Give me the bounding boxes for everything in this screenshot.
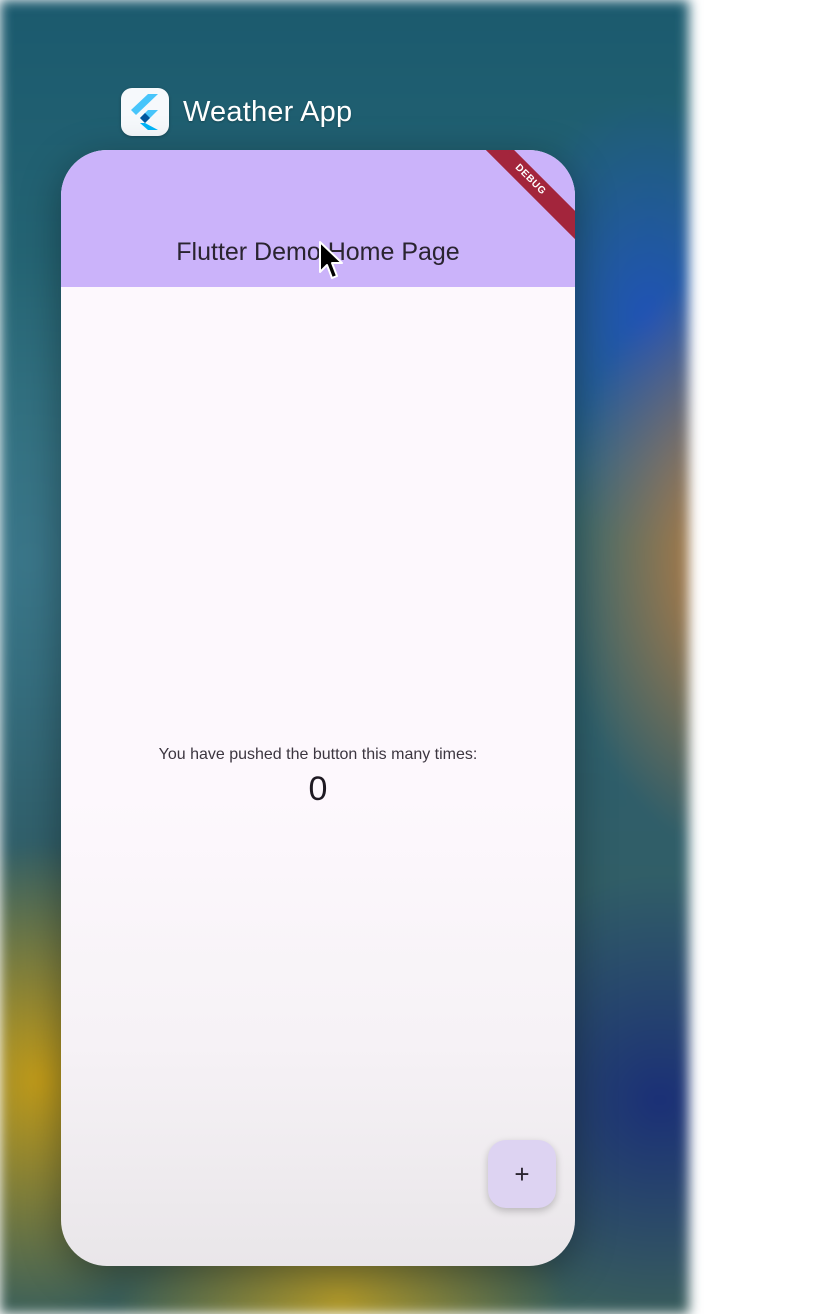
counter-value: 0 xyxy=(308,770,328,808)
add-icon: + xyxy=(514,1158,530,1189)
mouse-pointer-icon xyxy=(319,241,343,279)
switcher-app-header[interactable]: Weather App xyxy=(121,87,352,137)
app-preview-card[interactable]: Flutter Demo Home Page DEBUG You have pu… xyxy=(61,150,575,1266)
counter-label: You have pushed the button this many tim… xyxy=(158,746,478,763)
flutter-logo-icon xyxy=(121,88,169,136)
switcher-app-name: Weather App xyxy=(183,95,353,128)
increment-button[interactable]: + xyxy=(488,1140,556,1208)
